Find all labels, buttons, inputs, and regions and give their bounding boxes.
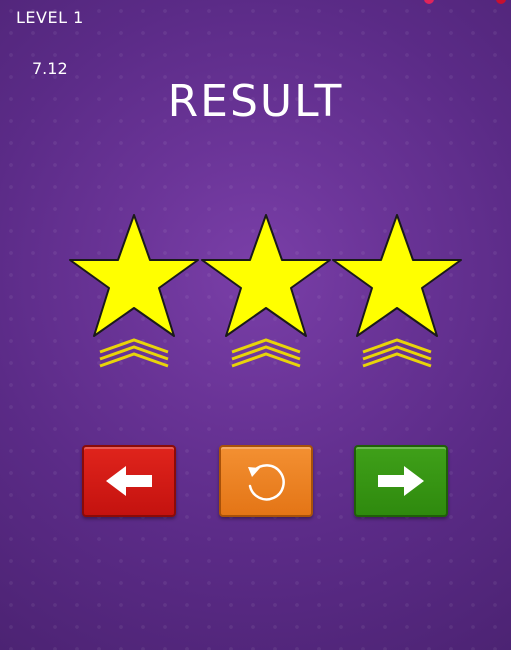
star-3 <box>329 212 465 382</box>
next-level-button[interactable] <box>354 445 448 517</box>
star-2 <box>198 212 334 382</box>
star-icon <box>332 214 462 368</box>
star-rating <box>0 200 511 380</box>
star-icon <box>201 214 331 368</box>
result-title: RESULT <box>167 76 344 127</box>
chevron-trail-icon <box>362 338 432 368</box>
star-1 <box>66 212 202 382</box>
level-label: LEVEL 1 <box>16 8 84 27</box>
restart-level-button[interactable] <box>219 445 313 517</box>
arrow-left-icon <box>106 466 152 496</box>
previous-level-button[interactable] <box>82 445 176 517</box>
arrow-right-icon <box>378 466 424 496</box>
chevron-trail-icon <box>99 338 169 368</box>
restart-icon <box>248 464 285 501</box>
chevron-trail-icon <box>231 338 301 368</box>
star-icon <box>69 214 199 368</box>
